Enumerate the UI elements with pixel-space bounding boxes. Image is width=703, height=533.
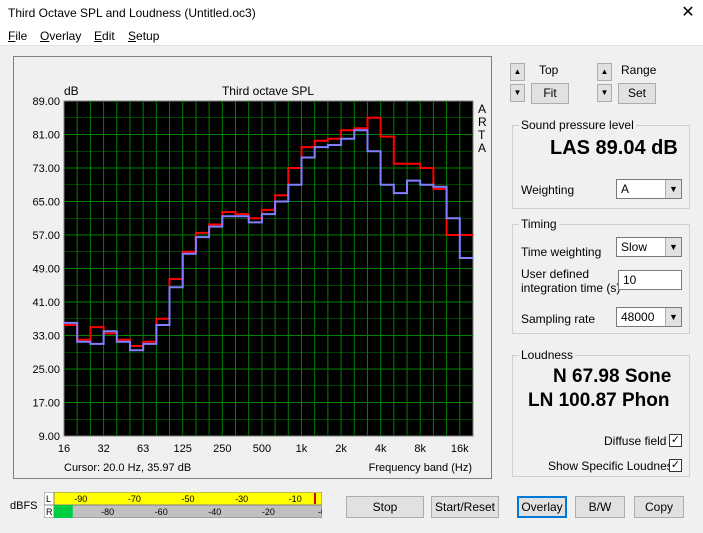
arta-letter: R [478,115,487,129]
cursor-readout: Cursor: 20.0 Hz, 35.97 dB [64,462,191,474]
y-tick-label: 65.00 [32,197,60,209]
x-tick-label: 63 [137,443,149,455]
range-label: Range [621,63,657,77]
meter-l-tick: -70 [128,494,141,504]
level-meter: LR -90 -70 -50 -30 -10 -80 -60 -40 -20 -0 [44,492,322,518]
loudness-sone: N 67.98 Sone [553,366,672,387]
x-tick-label: 125 [174,443,192,455]
diffuse-field-checkbox[interactable]: ✓ [669,434,682,447]
weighting-label: Weighting [521,183,575,197]
timing-group-caption: Timing [519,217,559,231]
chevron-down-icon: ▼ [665,238,681,256]
meter-r-tick: -0 [318,507,322,517]
x-tick-label: 32 [97,443,109,455]
chevron-down-icon: ▼ [665,308,681,326]
integration-label-2: integration time (s) [521,281,621,295]
meter-l-tick: -90 [74,494,87,504]
chevron-down-icon: ▼ [665,180,681,198]
start-reset-button[interactable]: Start/Reset [431,496,499,518]
meter-r-label: R [46,507,53,517]
range-up-button[interactable]: ▲ [597,63,612,81]
set-button[interactable]: Set [618,83,656,104]
meter-r-bar [53,504,322,518]
meter-r-tick: -80 [101,507,114,517]
y-tick-label: 57.00 [32,230,60,242]
top-label: Top [539,63,559,77]
x-tick-label: 250 [213,443,231,455]
meter-r-tick: -60 [155,507,168,517]
sampling-rate-label: Sampling rate [521,312,596,326]
time-weighting-select[interactable]: Slow ▼ [616,237,682,257]
stop-button[interactable]: Stop [346,496,424,518]
meter-r-level [54,505,73,518]
specific-loudness-checkbox[interactable]: ✓ [669,459,682,472]
spl-value: LAS 89.04 dB [550,137,678,159]
y-tick-label: 33.00 [32,331,60,343]
x-tick-label: 16k [451,443,469,455]
y-tick-label: 49.00 [32,264,60,276]
y-unit-label: dB [64,84,79,98]
x-tick-label: 8k [414,443,426,455]
meter-l-label: L [46,494,51,504]
y-tick-label: 73.00 [32,163,60,175]
integration-time-input[interactable]: 10 [618,270,682,290]
meter-l-tick: -30 [235,494,248,504]
y-tick-label: 17.00 [32,398,60,410]
range-down-button[interactable]: ▼ [597,84,612,102]
y-tick-label: 41.00 [32,297,60,309]
arta-letter: T [478,128,486,142]
x-tick-label: 16 [58,443,70,455]
sampling-rate-select[interactable]: 48000 ▼ [616,307,682,327]
bw-button[interactable]: B/W [575,496,625,518]
x-tick-label: 4k [375,443,387,455]
chart-title: Third octave SPL [222,84,314,98]
overlay-button[interactable]: Overlay [517,496,567,518]
meter-l-tick: -10 [289,494,302,504]
x-tick-label: 500 [253,443,271,455]
arta-letter: A [478,141,486,155]
meter-l-tick: -50 [181,494,194,504]
integration-label: User defined [521,267,590,281]
top-up-button[interactable]: ▲ [510,63,525,81]
arta-letter: A [478,102,486,116]
top-down-button[interactable]: ▼ [510,84,525,102]
x-tick-label: 1k [296,443,308,455]
copy-button[interactable]: Copy [634,496,684,518]
specific-loudness-label: Show Specific Loudness [548,459,679,473]
y-tick-label: 25.00 [32,364,60,376]
x-tick-label: 2k [335,443,347,455]
y-tick-label: 9.00 [39,431,60,443]
meter-label: dBFS [10,500,38,512]
spl-group-caption: Sound pressure level [519,118,636,132]
meter-r-tick: -20 [262,507,275,517]
y-tick-label: 81.00 [32,130,60,142]
loudness-group-caption: Loudness [519,348,576,362]
diffuse-field-label: Diffuse field [604,434,667,448]
weighting-select[interactable]: A ▼ [616,179,682,199]
meter-r-tick: -40 [208,507,221,517]
meter-l-peak [313,493,316,504]
x-axis-label: Frequency band (Hz) [369,462,472,474]
loudness-phon: LN 100.87 Phon [528,390,670,411]
fit-button[interactable]: Fit [531,83,569,104]
y-tick-label: 89.00 [32,96,60,108]
time-weighting-label: Time weighting [521,245,602,259]
